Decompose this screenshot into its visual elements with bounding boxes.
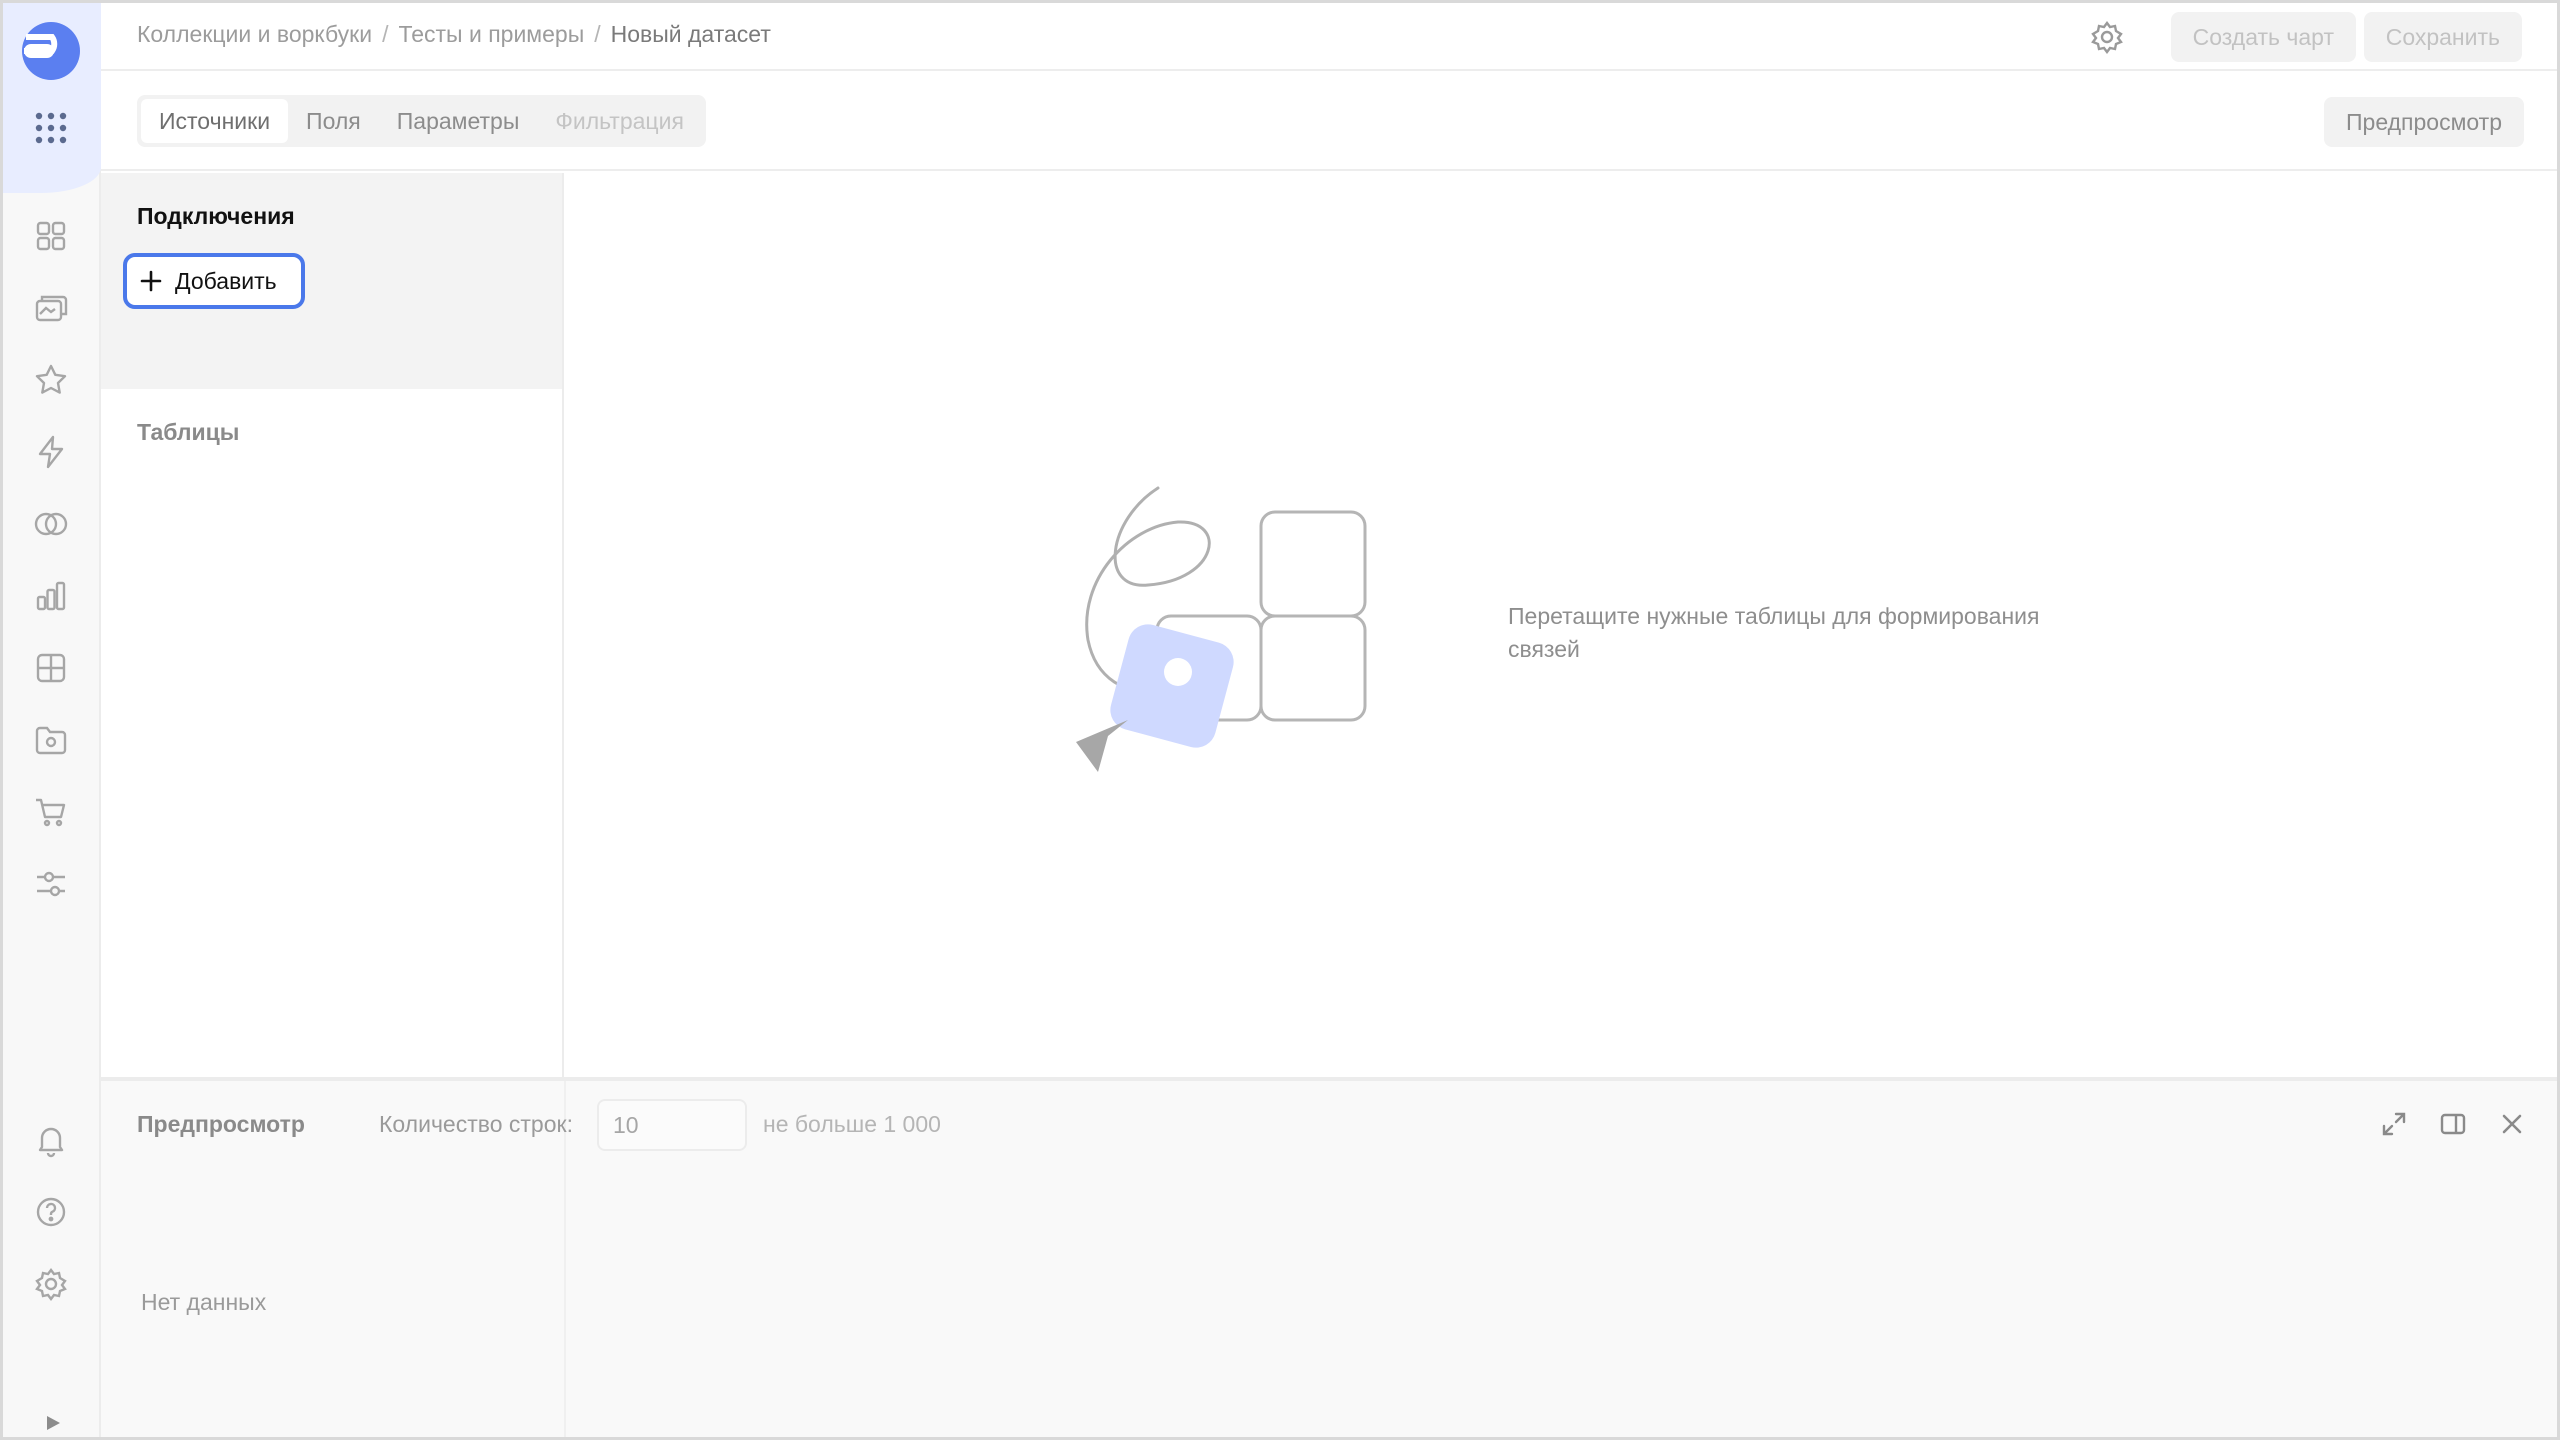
tables-title: Таблицы — [137, 419, 240, 445]
breadcrumb: Коллекции и воркбуки / Тесты и примеры / Нов… — [137, 21, 771, 48]
help-icon[interactable] — [33, 1194, 69, 1230]
preview-button[interactable]: Предпросмотр — [2324, 97, 2524, 147]
expand-rail-icon[interactable] — [43, 1413, 63, 1433]
save-button[interactable]: Сохранить — [2363, 12, 2522, 62]
dashboard-grid-icon[interactable] — [33, 218, 69, 254]
plus-icon — [139, 269, 163, 293]
tab-filtering[interactable]: Фильтрация — [537, 99, 702, 143]
left-rail — [3, 3, 101, 1437]
marketplace-cart-icon[interactable] — [33, 794, 69, 830]
drag-tables-hint: Перетащите нужные таблицы для формирован… — [1508, 603, 2040, 662]
connections-rings-icon[interactable] — [33, 506, 69, 542]
connections-title: Подключения — [137, 203, 295, 229]
favorites-star-icon[interactable] — [33, 362, 69, 398]
preview-title: Предпросмотр — [137, 1111, 305, 1137]
sources-panel: Подключения Добавить Таблицы — [101, 173, 564, 1077]
bolt-icon[interactable] — [33, 434, 69, 470]
dataset-tabs: Источники Поля Параметры Фильтрация — [137, 95, 706, 147]
breadcrumb-workbook[interactable]: Тесты и примеры — [398, 21, 584, 47]
datasets-table-icon[interactable] — [33, 650, 69, 686]
workbook-folder-icon[interactable] — [33, 722, 69, 758]
dataset-settings-gear-icon[interactable] — [2089, 19, 2125, 55]
expand-icon[interactable] — [2379, 1109, 2409, 1139]
close-icon[interactable] — [2497, 1109, 2527, 1139]
rows-count-input[interactable] — [597, 1099, 747, 1151]
connections-section: Подключения Добавить — [101, 173, 562, 389]
rows-limit-note: не больше 1 000 — [763, 1111, 941, 1137]
no-data-text: Нет данных — [141, 1289, 267, 1315]
collections-icon[interactable] — [33, 290, 69, 326]
bell-icon[interactable] — [33, 1122, 69, 1158]
add-connection-button[interactable]: Добавить — [123, 253, 305, 309]
create-chart-button[interactable]: Создать чарт — [2170, 12, 2356, 62]
header: Коллекции и воркбуки / Тесты и примеры / Нов… — [101, 3, 2557, 71]
add-connection-label: Добавить — [175, 267, 277, 294]
preview-panel: Предпросмотр Количество строк: не больше… — [101, 1077, 2557, 1437]
breadcrumb-separator: / — [382, 21, 389, 47]
rows-count-label: Количество строк: — [379, 1111, 573, 1137]
tab-parameters[interactable]: Параметры — [379, 99, 538, 143]
charts-bar-icon[interactable] — [33, 578, 69, 614]
dataset-toolbar: Источники Поля Параметры Фильтрация Пред… — [101, 73, 2557, 171]
breadcrumb-current: Новый датасет — [610, 21, 771, 47]
apps-grid-icon[interactable] — [34, 111, 68, 145]
settings-sliders-icon[interactable] — [33, 866, 69, 902]
datalens-logo-icon[interactable] — [20, 20, 82, 82]
tab-fields[interactable]: Поля — [288, 99, 379, 143]
breadcrumb-collections[interactable]: Коллекции и воркбуки — [137, 21, 372, 47]
drag-tables-illustration — [1068, 480, 1378, 780]
breadcrumb-separator: / — [594, 21, 601, 47]
tab-sources[interactable]: Источники — [141, 99, 289, 143]
gear-icon[interactable] — [33, 1266, 69, 1302]
side-panel-icon[interactable] — [2438, 1109, 2468, 1139]
